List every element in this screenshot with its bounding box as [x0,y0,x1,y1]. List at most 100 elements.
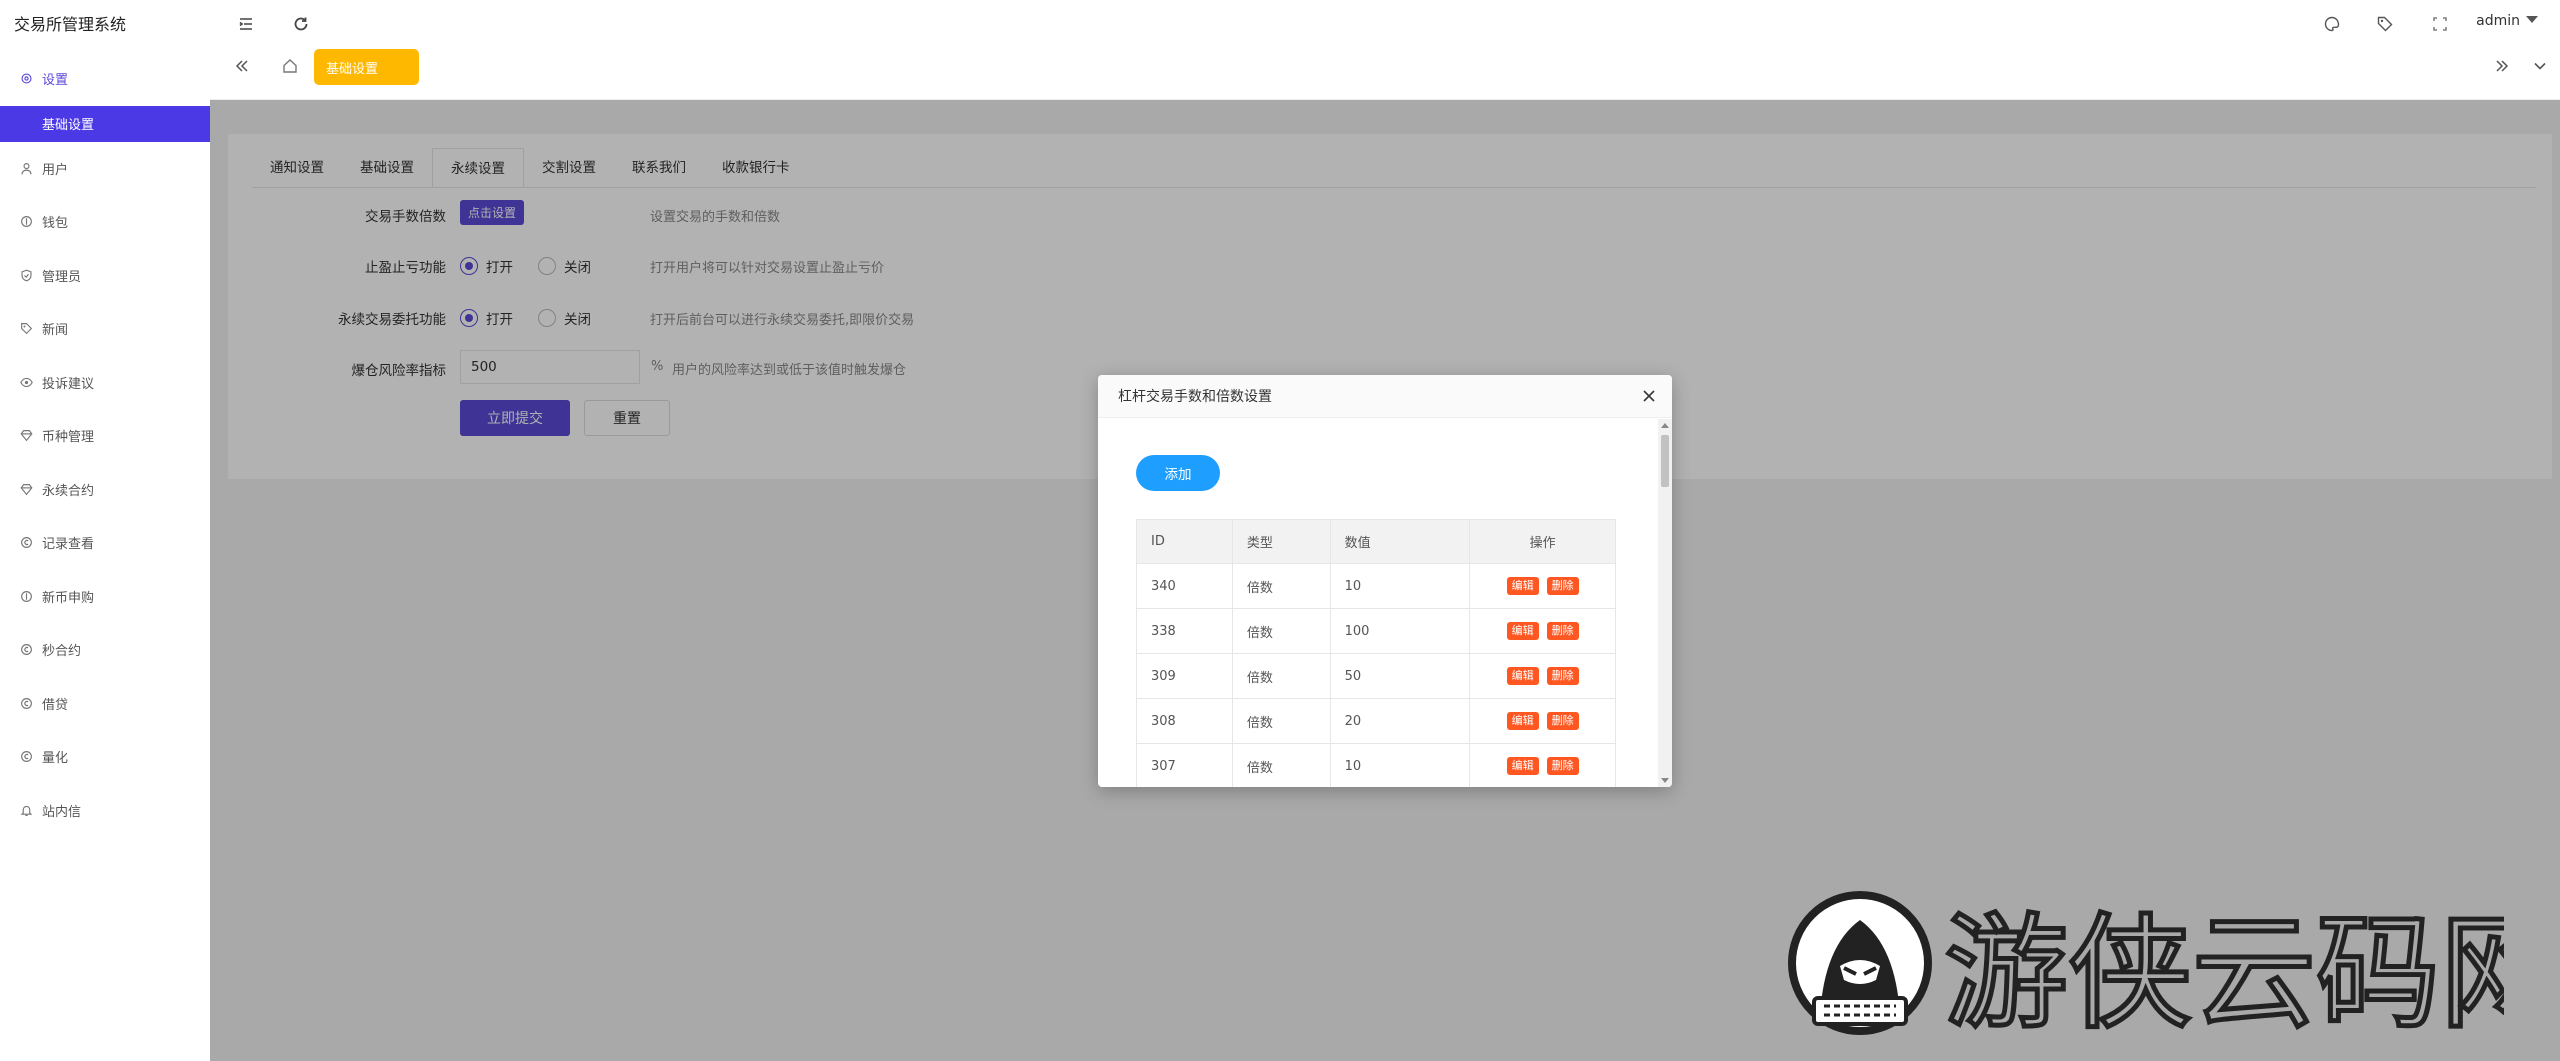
cell-id: 338 [1136,608,1233,654]
shield-icon [18,267,34,283]
delete-button[interactable]: 删除 [1546,712,1579,730]
circle-c-icon [18,642,34,658]
tabs-scroll-left-icon[interactable] [232,56,252,76]
cell-type: 倍数 [1231,563,1331,609]
cell-value: 10 [1329,563,1471,609]
tabs-scroll-right-icon[interactable] [2492,56,2512,76]
cell-type: 倍数 [1231,653,1331,699]
sidebar-item-label: 新闻 [42,323,69,339]
sidebar-item-perpetual[interactable]: 永续合约 [0,463,210,517]
cell-actions: 编辑 删除 [1469,698,1616,744]
scroll-down-icon[interactable] [1661,778,1669,783]
sidebar-item-users[interactable]: 用户 [0,142,210,196]
modal-scrollbar[interactable] [1658,419,1672,787]
sidebar-item-quant[interactable]: 量化 [0,730,210,784]
leverage-table: ID 类型 数值 操作 340 倍数 10 编辑 删除 338 倍数 100 编辑 [1136,519,1616,787]
cell-value: 100 [1329,608,1471,654]
watermark-logo: 游侠云码网 [1788,891,2504,1038]
edit-button[interactable]: 编辑 [1506,757,1539,775]
sidebar-item-seconds-contract[interactable]: 秒合约 [0,623,210,677]
watermark-text: 游侠云码网 [1944,902,2504,1038]
tab-basic-settings[interactable]: 基础设置 [314,49,419,85]
sidebar-item-records[interactable]: 记录查看 [0,516,210,570]
cell-id: 307 [1136,743,1233,787]
col-actions: 操作 [1469,519,1616,564]
cell-actions: 编辑 删除 [1469,563,1616,609]
delete-button[interactable]: 删除 [1546,667,1579,685]
sidebar-item-label: 秒合约 [42,644,82,660]
cell-id: 340 [1136,563,1233,609]
delete-button[interactable]: 删除 [1546,757,1579,775]
table-row: 307 倍数 10 编辑 删除 [1136,743,1616,787]
sidebar-item-label: 新币申购 [42,590,95,606]
circle-c-icon [18,535,34,551]
sidebar-item-loans[interactable]: 借贷 [0,677,210,731]
circle-dollar-icon [18,588,34,604]
collapse-menu-icon[interactable] [236,14,256,34]
col-id: ID [1136,519,1233,564]
sidebar-menu: 设置 基础设置 用户 钱包 管理员 新闻 投诉建议 币种管理 永续合约 记录查看… [0,52,210,837]
cell-actions: 编辑 删除 [1469,653,1616,699]
scroll-up-icon[interactable] [1661,423,1669,428]
sidebar-item-news[interactable]: 新闻 [0,302,210,356]
eye-icon [18,374,34,390]
app-title: 交易所管理系统 [14,15,127,34]
edit-button[interactable]: 编辑 [1506,712,1539,730]
fullscreen-icon[interactable] [2430,14,2450,34]
table-row: 340 倍数 10 编辑 删除 [1136,563,1616,609]
user-icon [18,160,34,176]
user-menu[interactable]: admin [2476,13,2520,29]
cell-type: 倍数 [1231,698,1331,744]
modal-title: 杠杆交易手数和倍数设置 [1118,389,1272,405]
palette-icon[interactable] [2322,14,2342,34]
sidebar-item-complaints[interactable]: 投诉建议 [0,356,210,410]
table-header-row: ID 类型 数值 操作 [1136,519,1616,564]
sidebar-item-wallet[interactable]: 钱包 [0,195,210,249]
sidebar-item-label: 设置 [42,73,69,89]
cell-id: 308 [1136,698,1233,744]
edit-button[interactable]: 编辑 [1506,667,1539,685]
modal-body: 添加 ID 类型 数值 操作 340 倍数 10 编辑 删除 338 倍数 10… [1098,419,1658,787]
sidebar-item-label: 记录查看 [42,537,95,553]
sidebar-item-label: 量化 [42,751,69,767]
circle-c-icon [18,695,34,711]
page-tabs-bar [210,46,2560,100]
gear-icon [18,71,34,87]
col-value: 数值 [1329,519,1471,564]
sidebar-item-settings[interactable]: 设置 [0,52,210,106]
table-row: 338 倍数 100 编辑 删除 [1136,608,1616,654]
sidebar-item-label: 币种管理 [42,430,95,446]
sidebar-item-label: 永续合约 [42,483,95,499]
scroll-thumb[interactable] [1661,435,1669,487]
table-row: 308 倍数 20 编辑 删除 [1136,698,1616,744]
tag-icon [18,321,34,337]
sidebar-item-coins[interactable]: 币种管理 [0,409,210,463]
tab-label: 基础设置 [326,61,379,77]
cell-id: 309 [1136,653,1233,699]
edit-button[interactable]: 编辑 [1506,622,1539,640]
close-icon[interactable] [1640,387,1658,405]
sidebar-item-label: 借贷 [42,697,69,713]
sidebar-item-label: 用户 [42,162,69,178]
refresh-icon[interactable] [291,14,311,34]
delete-button[interactable]: 删除 [1546,577,1579,595]
col-type: 类型 [1231,519,1331,564]
sidebar-subitem-basic-settings[interactable]: 基础设置 [0,105,210,142]
sidebar-item-label: 钱包 [42,216,69,232]
table-row: 309 倍数 50 编辑 删除 [1136,653,1616,699]
modal-header: 杠杆交易手数和倍数设置 [1098,375,1672,418]
tabs-menu-chevron-icon[interactable] [2530,56,2550,76]
delete-button[interactable]: 删除 [1546,622,1579,640]
edit-button[interactable]: 编辑 [1506,577,1539,595]
add-button[interactable]: 添加 [1136,455,1220,491]
tag-icon[interactable] [2375,14,2395,34]
sidebar-item-admins[interactable]: 管理员 [0,249,210,303]
chevron-down-icon[interactable] [2526,16,2538,23]
sidebar-item-messages[interactable]: 站内信 [0,784,210,838]
home-icon[interactable] [280,56,300,76]
sidebar-item-new-coin[interactable]: 新币申购 [0,570,210,624]
top-header [210,0,2560,46]
sidebar: 交易所管理系统 设置 基础设置 用户 钱包 管理员 新闻 投诉建议 币种管理 永… [0,0,210,1061]
sidebar-item-label: 管理员 [42,269,82,285]
cell-type: 倍数 [1231,608,1331,654]
